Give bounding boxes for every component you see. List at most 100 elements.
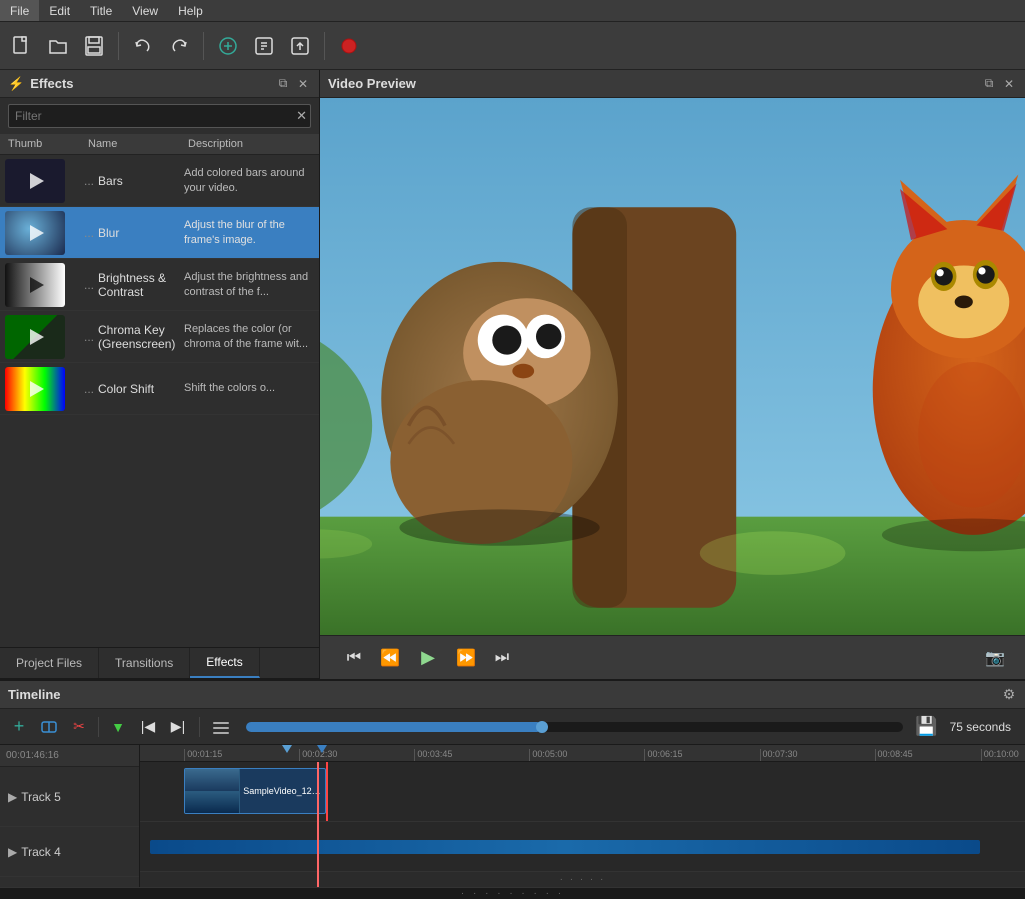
effect-desc-bars: Add colored bars around your video. <box>180 162 319 199</box>
cut-button[interactable]: ✂ <box>66 714 92 740</box>
track4-content <box>140 822 1025 872</box>
effect-row-chroma[interactable]: ... Chroma Key (Greenscreen) Replaces th… <box>0 311 319 363</box>
tab-project-files[interactable]: Project Files <box>0 648 99 678</box>
timeline-scrubber-handle[interactable] <box>536 721 548 733</box>
effects-label: Effects <box>30 76 73 91</box>
track-ruler: 00:01:15 00:02:30 00:03:45 00:05:00 00:0… <box>140 745 1025 887</box>
video-scene <box>320 98 1025 635</box>
preview-close-button[interactable]: ✕ <box>1001 76 1017 92</box>
rewind-button[interactable]: ⏪ <box>376 644 404 672</box>
filter-input[interactable] <box>8 104 311 128</box>
undo-button[interactable] <box>127 30 159 62</box>
screenshot-button[interactable]: 📷 <box>985 648 1005 668</box>
effect-thumb-blur <box>0 209 70 257</box>
menu-view[interactable]: View <box>122 0 168 21</box>
filter-button[interactable]: ▼ <box>105 714 131 740</box>
track5-content: SampleVideo_1280... <box>140 762 1025 822</box>
tracks-area: 00:01:46:16 ▶ Track 5 ▶ Track 4 00:01:15… <box>0 745 1025 887</box>
dots: ... <box>84 330 94 344</box>
ruler: 00:01:15 00:02:30 00:03:45 00:05:00 00:0… <box>140 745 1025 762</box>
effect-thumb-bars <box>0 157 70 205</box>
tab-effects[interactable]: Effects <box>190 648 259 678</box>
timeline-scrubber[interactable] <box>246 722 903 732</box>
skip-to-end-button[interactable]: ⏭ <box>488 644 516 672</box>
timeline-section: Timeline ⚙ + ✂ ▼ |◀ ▶| 💾 75 seconds 00:0… <box>0 679 1025 899</box>
new-button[interactable] <box>6 30 38 62</box>
track5-expand-icon[interactable]: ▶ <box>8 790 17 804</box>
next-marker-button[interactable]: ▶| <box>165 714 191 740</box>
open-button[interactable] <box>42 30 74 62</box>
export-button[interactable] <box>284 30 316 62</box>
clip-thumb-top <box>185 769 239 792</box>
effect-row-blur[interactable]: ... Blur Adjust the blur of the frame's … <box>0 207 319 259</box>
preview-header-controls: ⧉ ✕ <box>981 76 1017 92</box>
tl-separator <box>98 717 99 737</box>
timeline-settings2-button[interactable] <box>208 714 234 740</box>
effects-header-controls: ⧉ ✕ <box>275 76 311 92</box>
effects-float-button[interactable]: ⧉ <box>275 76 291 92</box>
thumb-bars-inner <box>5 159 65 203</box>
timeline-title: Timeline <box>8 687 61 702</box>
play-icon <box>30 225 44 241</box>
menu-edit[interactable]: Edit <box>39 0 80 21</box>
effect-label-blur: Blur <box>98 226 119 240</box>
effects-panel-header: ⚡ Effects ⧉ ✕ <box>0 70 319 98</box>
effect-label-bars: Bars <box>98 174 123 188</box>
add-track-button[interactable]: + <box>6 714 32 740</box>
fast-forward-button[interactable]: ⏩ <box>452 644 480 672</box>
tab-transitions[interactable]: Transitions <box>99 648 190 678</box>
video-clip[interactable]: SampleVideo_1280... <box>184 768 326 814</box>
toolbar-separator-1 <box>118 32 119 60</box>
menu-file[interactable]: File <box>0 0 39 21</box>
skip-to-start-button[interactable]: ⏮ <box>340 644 368 672</box>
effect-label-brightness: Brightness & Contrast <box>98 271 176 299</box>
ruler-tick-4: 00:05:00 <box>529 749 567 761</box>
effect-row-bars[interactable]: ... Bars Add colored bars around your vi… <box>0 155 319 207</box>
col-name: Name <box>84 136 184 152</box>
play-button[interactable]: ▶ <box>412 642 444 674</box>
preview-controls: ⏮ ⏪ ▶ ⏩ ⏭ 📷 <box>320 635 1025 679</box>
clip-cut-line <box>326 762 328 821</box>
toolbar <box>0 22 1025 70</box>
tl-separator-2 <box>199 717 200 737</box>
clip-thumbnail <box>185 769 240 813</box>
timeline-header: Timeline ⚙ <box>0 681 1025 709</box>
tab-bar: Project Files Transitions Effects <box>0 647 319 679</box>
main-area: ⚡ Effects ⧉ ✕ ✕ Thumb Name Description <box>0 70 1025 679</box>
track4-audio-bar[interactable] <box>150 840 980 854</box>
add-button[interactable] <box>212 30 244 62</box>
menu-bar: File Edit Title View Help <box>0 0 1025 22</box>
effect-row-colorshift[interactable]: ... Color Shift Shift the colors o... <box>0 363 319 415</box>
effects-table: Thumb Name Description ... Bars Add colo… <box>0 134 319 647</box>
save-button[interactable] <box>78 30 110 62</box>
track4-name: Track 4 <box>21 845 61 859</box>
effects-panel: ⚡ Effects ⧉ ✕ ✕ Thumb Name Description <box>0 70 320 679</box>
scroll-content: · · · · · · · · · <box>4 888 1021 899</box>
play-icon <box>30 173 44 189</box>
video-preview <box>320 98 1025 635</box>
timeline-toolbar: + ✂ ▼ |◀ ▶| 💾 75 seconds <box>0 709 1025 745</box>
prev-marker-button[interactable]: |◀ <box>135 714 161 740</box>
effects-table-header: Thumb Name Description <box>0 134 319 155</box>
preview-float-button[interactable]: ⧉ <box>981 76 997 92</box>
snap-button[interactable] <box>36 714 62 740</box>
timeline-progress-fill <box>246 722 542 732</box>
play-icon <box>30 381 44 397</box>
effect-name-colorshift: ... Color Shift <box>80 378 180 400</box>
effect-row-brightness[interactable]: ... Brightness & Contrast Adjust the bri… <box>0 259 319 311</box>
track4-expand-icon[interactable]: ▶ <box>8 845 17 859</box>
effects-title: ⚡ Effects <box>8 76 74 92</box>
timeline-scrollbar[interactable]: · · · · · · · · · <box>0 887 1025 899</box>
menu-help[interactable]: Help <box>168 0 213 21</box>
redo-button[interactable] <box>163 30 195 62</box>
menu-title[interactable]: Title <box>80 0 122 21</box>
timeline-settings-button[interactable]: ⚙ <box>1001 687 1017 703</box>
profile-button[interactable] <box>248 30 280 62</box>
col-desc: Description <box>184 136 315 152</box>
record-button[interactable] <box>333 30 365 62</box>
effects-close-button[interactable]: ✕ <box>295 76 311 92</box>
filter-clear-icon[interactable]: ✕ <box>296 108 307 124</box>
playhead-right-marker <box>317 745 327 753</box>
dots: ... <box>84 226 94 240</box>
filter-wrap: ✕ <box>8 104 311 128</box>
